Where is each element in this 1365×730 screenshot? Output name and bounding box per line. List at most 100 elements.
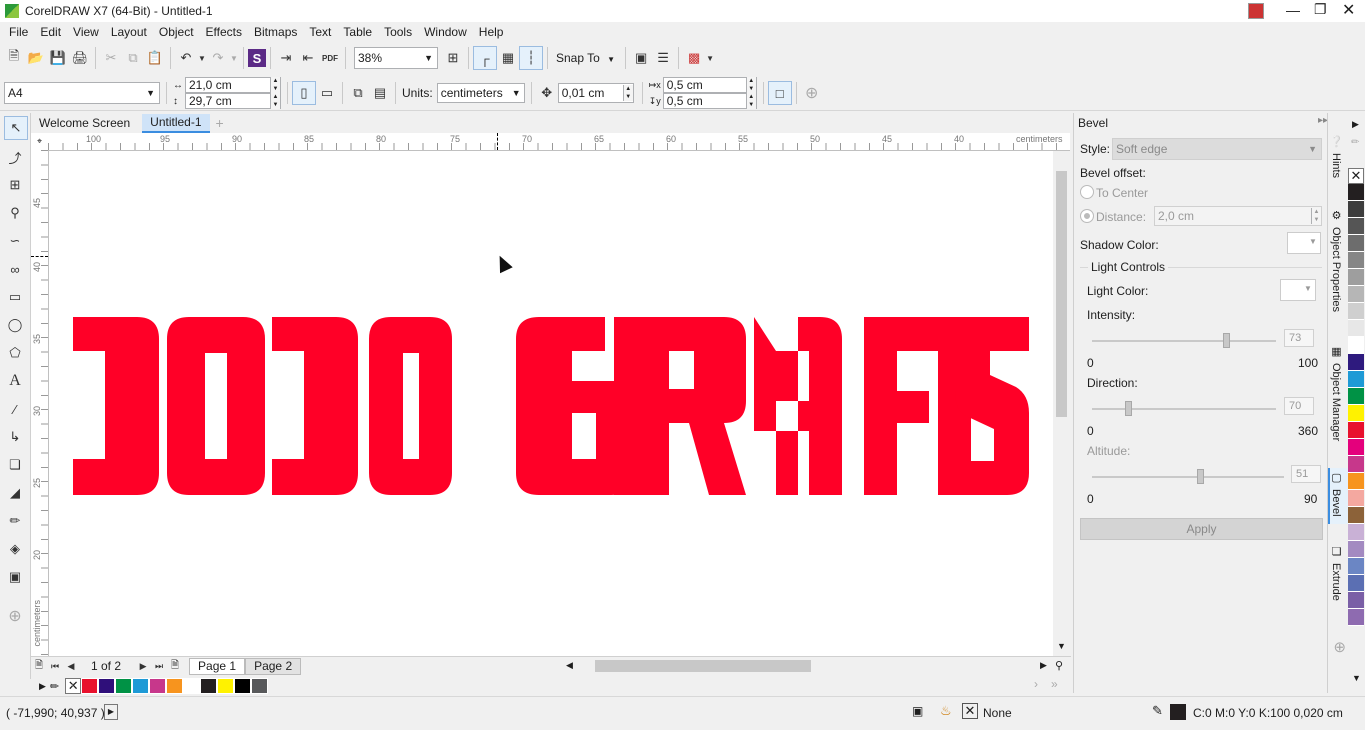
add-page-before-icon[interactable]: 🗎 (31, 655, 47, 677)
options-icon[interactable]: ☰ (652, 47, 674, 69)
color-swatch[interactable] (183, 678, 201, 694)
application-launcher-icon[interactable]: ▩ (683, 47, 705, 69)
color-swatch[interactable] (132, 678, 150, 694)
horizontal-ruler[interactable]: 100 95 90 85 80 75 70 65 60 55 50 45 40 … (48, 133, 1070, 151)
pick-tool-icon[interactable]: ↖ (4, 116, 28, 140)
fill-none-icon[interactable]: ✕ (962, 703, 978, 719)
zoom-navigator-icon[interactable]: ⚲ (1055, 659, 1063, 672)
color-swatch[interactable] (200, 678, 218, 694)
color-swatch[interactable] (1348, 184, 1364, 201)
color-swatch[interactable] (81, 678, 99, 694)
palette-eyedropper-icon[interactable]: ✏ (1351, 137, 1359, 148)
show-grid-icon[interactable]: ▦ (497, 47, 519, 69)
color-swatch[interactable] (1348, 320, 1364, 337)
new-document-icon[interactable]: 🗎 (3, 47, 25, 69)
next-page-icon[interactable]: ▶ (135, 655, 151, 677)
palette-scroll-down-icon[interactable]: ▼ (1352, 673, 1361, 683)
ellipse-tool-icon[interactable]: ◯ (4, 314, 26, 336)
palette-scroll-right-icon[interactable]: › (1034, 677, 1038, 691)
intensity-slider[interactable] (1092, 333, 1276, 349)
duplicate-y-input[interactable]: 0,5 cm ▲ ▼ (662, 93, 757, 109)
open-icon[interactable]: 📂 (25, 47, 47, 69)
color-swatch[interactable] (1348, 303, 1364, 320)
nudge-distance-input[interactable]: 0,01 cm ▲ ▼ (557, 83, 634, 103)
color-swatch[interactable] (1348, 201, 1364, 218)
duplicate-x-input[interactable]: 0,5 cm ▲ ▼ (662, 77, 757, 93)
side-tab-bevel[interactable]: Bevel (1330, 489, 1342, 517)
color-proof-icon[interactable]: ▣ (912, 704, 923, 718)
print-icon[interactable]: 🖨 (69, 47, 91, 69)
publish-pdf-icon[interactable]: PDF (319, 47, 341, 69)
rectangle-tool-icon[interactable]: ▭ (4, 286, 26, 308)
copy-icon[interactable]: ⧉ (122, 47, 144, 69)
artwork[interactable] (49, 151, 1053, 656)
menu-window[interactable]: Window (424, 25, 467, 39)
interactive-fill-icon[interactable]: ◈ (4, 538, 26, 560)
status-menu-icon[interactable]: ▶ (104, 704, 118, 720)
color-swatch[interactable] (1348, 473, 1364, 490)
eyedropper-icon[interactable]: ✏ (4, 510, 26, 532)
scroll-left-icon[interactable]: ◀ (566, 660, 573, 671)
direction-thumb[interactable] (1125, 401, 1132, 416)
shape-tool-icon[interactable]: ⤴ (4, 146, 26, 168)
add-icon[interactable]: ⊕ (801, 82, 823, 104)
ruler-corner[interactable]: ⌖ (31, 133, 49, 151)
color-swatch[interactable] (98, 678, 116, 694)
close-button[interactable]: ✕ (1342, 0, 1355, 20)
page-size-select[interactable]: A4 ▼ (4, 82, 160, 104)
search-content-icon[interactable]: S (248, 49, 266, 67)
parallel-dimension-icon[interactable]: ∕ (4, 398, 26, 420)
connector-tool-icon[interactable]: ↳ (4, 426, 26, 448)
palette-expand-icon[interactable]: » (1051, 677, 1058, 691)
intensity-thumb[interactable] (1223, 333, 1230, 348)
color-swatch[interactable] (149, 678, 167, 694)
scroll-right-icon[interactable]: ▶ (1040, 660, 1047, 671)
minimize-button[interactable]: — (1286, 2, 1300, 18)
side-tab-object-manager[interactable]: Object Manager (1330, 363, 1342, 441)
color-swatch[interactable] (1348, 422, 1364, 439)
color-swatch[interactable] (1348, 541, 1364, 558)
last-page-icon[interactable]: ⏭ (151, 655, 167, 677)
color-swatch[interactable] (1348, 235, 1364, 252)
undo-icon[interactable]: ↶ (175, 47, 197, 69)
style-select[interactable]: Soft edge ▼ (1112, 138, 1322, 160)
page-tab-1[interactable]: Page 1 (189, 657, 246, 675)
duplicate-x-spinner[interactable]: ▲ ▼ (745, 77, 756, 93)
text-tool-icon[interactable]: A (4, 370, 26, 392)
units-select[interactable]: centimeters ▼ (436, 83, 525, 103)
full-screen-icon[interactable]: ┌ (473, 46, 497, 70)
menu-tools[interactable]: Tools (384, 25, 412, 39)
scroll-down-icon[interactable]: ▼ (1057, 641, 1066, 651)
new-tab-icon[interactable]: + (216, 115, 224, 131)
color-swatch[interactable] (1348, 609, 1364, 626)
add-page-after-icon[interactable]: 🗎 (167, 655, 183, 677)
distance-radio[interactable] (1080, 209, 1094, 223)
nudge-spinner[interactable]: ▲ ▼ (622, 85, 633, 101)
horizontal-scrollbar[interactable]: ◀ ▶ (566, 657, 1056, 675)
distance-spinner[interactable]: ▲ ▼ (1311, 208, 1321, 224)
redo-dropdown-icon[interactable]: ▼ (229, 47, 239, 69)
color-swatch[interactable] (1348, 592, 1364, 609)
menu-layout[interactable]: Layout (111, 25, 147, 39)
duplicate-y-spinner[interactable]: ▲ ▼ (745, 93, 756, 109)
menu-edit[interactable]: Edit (40, 25, 61, 39)
direction-value[interactable]: 70 (1284, 397, 1314, 415)
color-swatch[interactable] (217, 678, 235, 694)
freehand-tool-icon[interactable]: ∽ (4, 230, 26, 252)
all-pages-icon[interactable]: ⧉ (347, 82, 369, 104)
crop-tool-icon[interactable]: ⊞ (4, 174, 26, 196)
transparency-icon[interactable]: ◢ (4, 482, 26, 504)
welcome-screen-icon[interactable]: ▣ (630, 47, 652, 69)
scroll-thumb[interactable] (1056, 171, 1067, 417)
smart-fill-icon[interactable]: ▣ (4, 566, 26, 588)
portrait-icon[interactable]: ▯ (292, 81, 316, 105)
user-icon[interactable] (1248, 3, 1264, 19)
page-width-input[interactable]: 21,0 cm ▲ ▼ (185, 77, 281, 93)
snap-to-dropdown[interactable]: Snap To ▼ (556, 51, 615, 65)
page-height-input[interactable]: 29,7 cm ▲ ▼ (185, 93, 281, 109)
menu-effects[interactable]: Effects (206, 25, 242, 39)
menu-help[interactable]: Help (479, 25, 504, 39)
import-icon[interactable]: ⇥ (275, 47, 297, 69)
color-swatch[interactable] (1348, 490, 1364, 507)
polygon-tool-icon[interactable]: ⬠ (4, 342, 26, 364)
